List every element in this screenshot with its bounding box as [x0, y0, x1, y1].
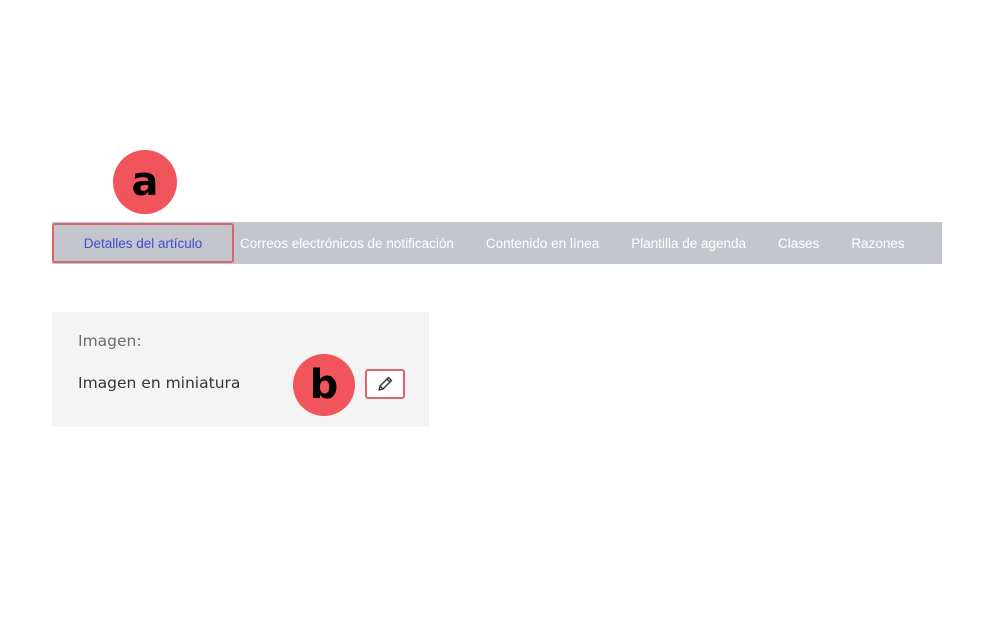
tab-clases[interactable]: Clases [778, 236, 819, 251]
callout-a: a [113, 150, 177, 214]
tab-correos-electronicos-de-notificacion[interactable]: Correos electrónicos de notificación [240, 236, 454, 251]
image-panel: Imagen: Imagen en miniatura [52, 312, 429, 427]
image-value: Imagen en miniatura [78, 374, 241, 392]
tab-contenido-en-linea[interactable]: Contenido en línea [486, 236, 599, 251]
callout-b: b [293, 354, 355, 416]
edit-image-button[interactable] [365, 369, 405, 399]
tab-razones[interactable]: Razones [851, 236, 904, 251]
tab-detalles-del-articulo[interactable]: Detalles del artículo [52, 223, 234, 263]
pencil-icon [376, 375, 394, 393]
tab-plantilla-de-agenda[interactable]: Plantilla de agenda [631, 236, 746, 251]
tab-bar: Detalles del artículo Correos electrónic… [52, 222, 942, 264]
image-label: Imagen: [78, 332, 142, 350]
